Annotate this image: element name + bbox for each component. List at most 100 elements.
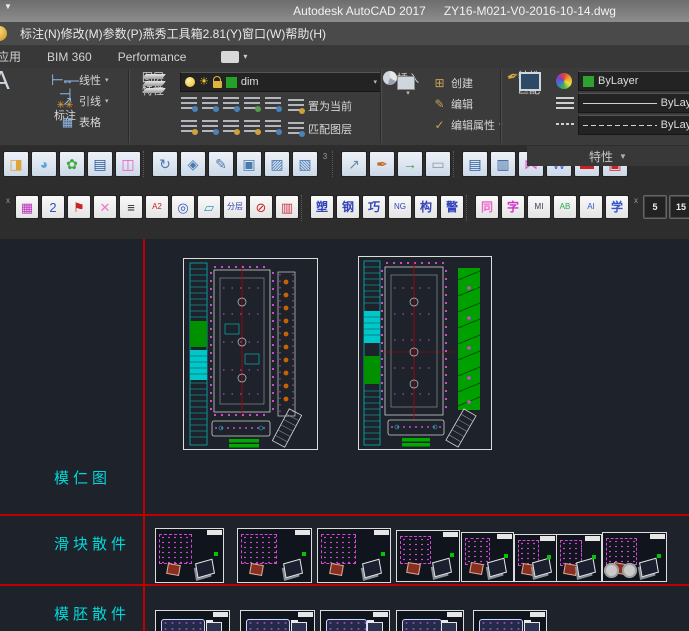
toolbar-icon-monitor[interactable]: ▤ bbox=[87, 150, 113, 177]
toolbar-icon-rotate[interactable]: ↻ bbox=[152, 150, 178, 177]
toolbar-icon-rectangle[interactable]: ▭ bbox=[425, 150, 451, 177]
toolbar-icon-zoom-2[interactable]: 2 bbox=[41, 195, 65, 219]
toolbar-icon-su[interactable]: 塑 bbox=[310, 195, 334, 219]
layer-tool-icon[interactable] bbox=[181, 120, 198, 135]
moldbase-part-thumbnail[interactable] bbox=[473, 610, 547, 631]
toolbar-icon-list[interactable]: ≡ bbox=[119, 195, 143, 219]
menu-yanxiu-toolbox[interactable]: 燕秀工具箱2.81(Y) bbox=[143, 27, 242, 41]
moldbase-part-thumbnail[interactable] bbox=[240, 610, 315, 631]
leader-button[interactable]: ↗ 引线 ▾ bbox=[60, 93, 108, 109]
linetype-combo[interactable]: ByLayer bbox=[578, 115, 689, 135]
toolbar-icon-split-layers[interactable]: 分层 bbox=[223, 195, 247, 219]
menu-help[interactable]: 帮助(H) bbox=[285, 27, 326, 41]
menu-parametric[interactable]: 参数(P) bbox=[103, 27, 143, 41]
moldbase-part-thumbnail[interactable] bbox=[320, 610, 390, 631]
toolbar-icon-zoom[interactable]: ◎ bbox=[171, 195, 195, 219]
layer-tool-icon[interactable] bbox=[265, 97, 282, 112]
toolbar-icon-box-3d[interactable]: ▱ bbox=[197, 195, 221, 219]
toolbar-icon-hatch-a[interactable]: ▨ bbox=[264, 150, 290, 177]
linetype-icon[interactable] bbox=[556, 119, 574, 129]
text-tool-button[interactable]: A bbox=[0, 67, 16, 93]
layer-select-combo[interactable]: ☀ dim ▾ bbox=[180, 72, 382, 92]
slider-part-thumbnail[interactable] bbox=[556, 534, 602, 582]
section-label-core[interactable]: 模仁图 bbox=[54, 467, 111, 488]
toolbar-icon-plant[interactable]: ✿ bbox=[59, 150, 85, 177]
slider-part-thumbnail[interactable] bbox=[396, 530, 460, 582]
toolbar-icon-dim-15[interactable]: 15 bbox=[669, 195, 689, 219]
menu-annotate[interactable]: 标注(N) bbox=[20, 27, 61, 41]
slider-part-thumbnail[interactable] bbox=[461, 532, 514, 582]
toolbar-icon-brush[interactable]: ✒ bbox=[369, 150, 395, 177]
ribbon-display-toggle[interactable]: ▾ bbox=[221, 50, 247, 63]
toolbar-icon-qiao[interactable]: 巧 bbox=[362, 195, 386, 219]
toolbar-icon-flag[interactable]: ⚑ bbox=[67, 195, 91, 219]
toolbar-icon-xx-columns[interactable]: ✕ bbox=[93, 195, 117, 219]
toolbar-icon-ab[interactable]: AB bbox=[553, 195, 577, 219]
layer-tool-icon[interactable] bbox=[223, 120, 240, 135]
properties-panel-title[interactable]: 特性 ▼ bbox=[527, 146, 689, 166]
section-label-slider[interactable]: 滑块散件 bbox=[54, 533, 130, 554]
lineweight-combo[interactable]: ByLayer bbox=[578, 93, 689, 113]
tab-performance[interactable]: Performance bbox=[105, 47, 200, 67]
layer-tool-icon[interactable] bbox=[202, 120, 219, 135]
toolbar-icon-mi[interactable]: MI bbox=[527, 195, 551, 219]
core-plan-drawing-right[interactable] bbox=[358, 256, 492, 450]
model-space-canvas[interactable]: 模仁图滑块散件模胚散件 bbox=[0, 239, 689, 631]
make-current-button[interactable]: 置为当前 bbox=[288, 98, 352, 114]
slider-part-thumbnail[interactable] bbox=[155, 528, 224, 583]
color-wheel-icon[interactable] bbox=[556, 73, 572, 89]
layer-properties-button[interactable]: 图层 特性 bbox=[132, 72, 174, 98]
toolbar-icon-gang[interactable]: 钢 bbox=[336, 195, 360, 219]
toolbar-icon-gou[interactable]: 构 bbox=[414, 195, 438, 219]
edit-attributes-button[interactable]: ✓ 编辑属性 ▾ bbox=[432, 117, 502, 133]
slider-part-thumbnail[interactable] bbox=[237, 528, 312, 583]
insert-block-button[interactable]: 插入 ▾ bbox=[383, 71, 428, 100]
toolbar-icon-zi[interactable]: 字 bbox=[501, 195, 525, 219]
menu-window[interactable]: 窗口(W) bbox=[242, 27, 285, 41]
quick-access-customize-icon[interactable]: ▼ bbox=[4, 2, 12, 11]
tab-bim360[interactable]: BIM 360 bbox=[34, 47, 105, 67]
toolbar-icon-dim-5[interactable]: 5 bbox=[643, 195, 667, 219]
slider-part-thumbnail[interactable] bbox=[317, 528, 391, 583]
menu-modify[interactable]: 修改(M) bbox=[61, 27, 103, 41]
core-plan-drawing-left[interactable] bbox=[183, 258, 318, 450]
edit-block-button[interactable]: ✎ 编辑 bbox=[432, 96, 473, 112]
toolbar-icon-ai[interactable]: AI bbox=[579, 195, 603, 219]
layer-tool-icon[interactable] bbox=[181, 97, 198, 112]
toolbar-icon-grid-table[interactable]: ▦ bbox=[15, 195, 39, 219]
section-label-moldbase[interactable]: 模胚散件 bbox=[54, 603, 130, 624]
toolbar-icon-pie[interactable]: ◕ bbox=[31, 150, 57, 177]
match-properties-button[interactable]: ✒ 特性 匹配 bbox=[505, 67, 552, 97]
linear-dim-button[interactable]: ↔ 线性 ▾ bbox=[60, 72, 109, 88]
toolbar-icon-gate[interactable]: ◫ bbox=[115, 150, 141, 177]
layer-tool-icon[interactable] bbox=[265, 120, 282, 135]
toolbar-icon-jing[interactable]: 警 bbox=[440, 195, 464, 219]
layer-tool-icon[interactable] bbox=[244, 120, 261, 135]
slider-part-thumbnail[interactable] bbox=[514, 534, 557, 582]
toolbar-icon-ng[interactable]: NG bbox=[388, 195, 412, 219]
create-block-button[interactable]: ⊞ 创建 bbox=[432, 75, 473, 91]
layer-tool-icon[interactable] bbox=[202, 97, 219, 112]
toolbar-icon-a2[interactable]: A2 bbox=[145, 195, 169, 219]
toolbar-icon-xline[interactable]: ↗ bbox=[341, 150, 367, 177]
table-button[interactable]: ▦ 表格 bbox=[60, 114, 101, 130]
toolbar-icon-partial[interactable]: ◨ bbox=[3, 150, 29, 177]
match-layer-button[interactable]: 匹配图层 bbox=[288, 121, 352, 137]
toolbar-icon-pencil-hatch[interactable]: ✎ bbox=[208, 150, 234, 177]
layer-tool-icon[interactable] bbox=[223, 97, 240, 112]
toolbar-icon-xue[interactable]: 学 bbox=[605, 195, 629, 219]
toolbar-icon-no-entry[interactable]: ⊘ bbox=[249, 195, 273, 219]
toolbar-icon-tong[interactable]: 同 bbox=[475, 195, 499, 219]
toolbar-icon-stamp[interactable]: ▣ bbox=[236, 150, 262, 177]
toolbar-icon-diamonds[interactable]: ◈ bbox=[180, 150, 206, 177]
toolbar-icon-point-line[interactable]: → bbox=[397, 150, 423, 177]
object-color-combo[interactable]: ByLayer bbox=[578, 71, 689, 91]
moldbase-part-thumbnail[interactable] bbox=[396, 610, 464, 631]
toolbar-icon-table-2[interactable]: ▥ bbox=[275, 195, 299, 219]
layer-tool-icon[interactable] bbox=[244, 97, 261, 112]
toolbar-icon-screen-b[interactable]: ▥ bbox=[490, 150, 516, 177]
lineweight-icon[interactable] bbox=[556, 97, 574, 109]
toolbar-icon-screen-a[interactable]: ▤ bbox=[462, 150, 488, 177]
toolbar-icon-hatch-b[interactable]: ▧ bbox=[292, 150, 318, 177]
moldbase-part-thumbnail[interactable] bbox=[155, 610, 230, 631]
